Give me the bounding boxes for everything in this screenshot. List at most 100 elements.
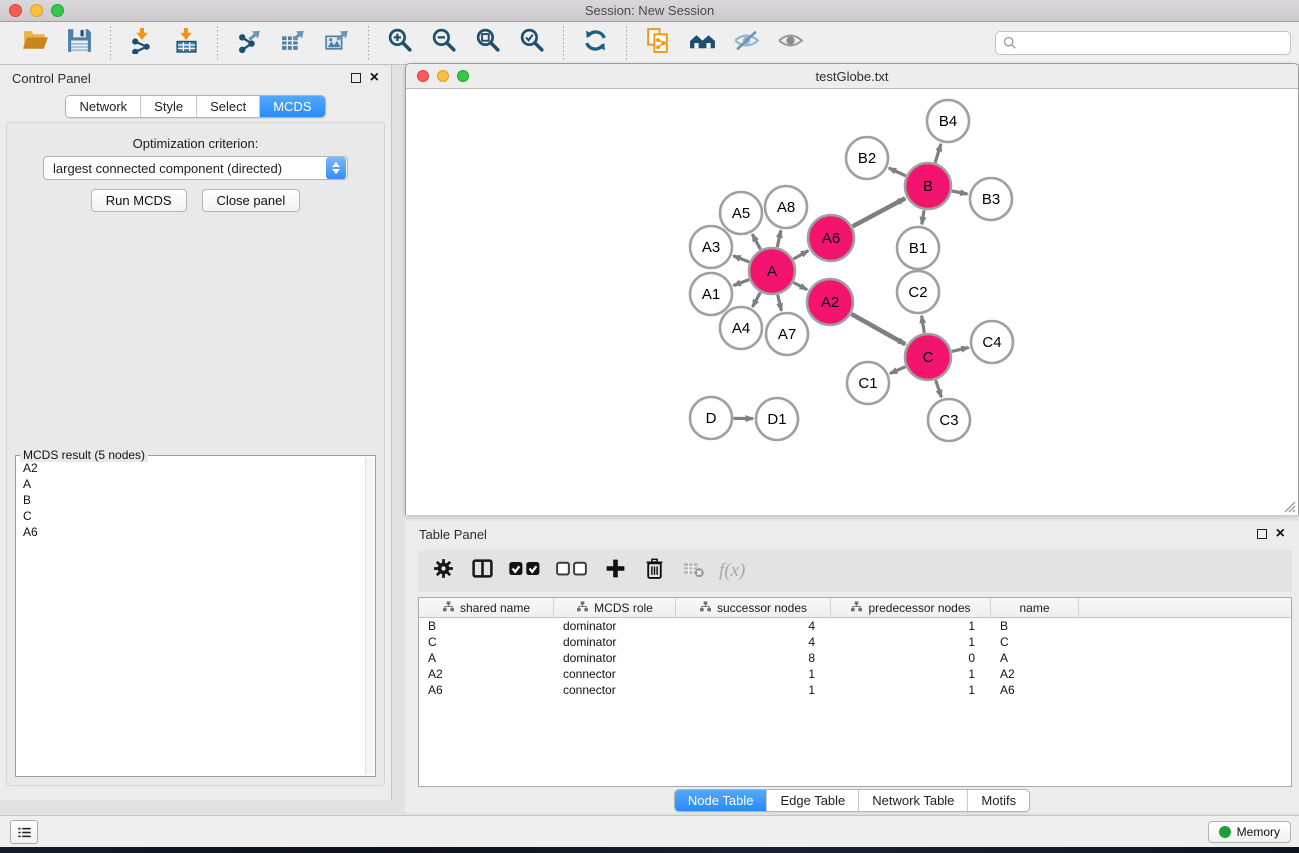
table-tab-node-table[interactable]: Node Table: [675, 790, 767, 811]
tab-network[interactable]: Network: [66, 96, 140, 117]
edge-B-B4[interactable]: [935, 144, 941, 163]
column-header-predecessor-nodes[interactable]: predecessor nodes: [831, 598, 991, 617]
show-all-button[interactable]: [771, 26, 809, 60]
result-item-c[interactable]: C: [18, 508, 364, 524]
edge-B-B2[interactable]: [889, 168, 906, 176]
node-A[interactable]: A: [749, 248, 795, 294]
table-cell[interactable]: A: [419, 651, 554, 665]
node-B3[interactable]: B3: [970, 178, 1012, 220]
table-cell[interactable]: 4: [676, 619, 831, 633]
edge-A6-B[interactable]: [853, 198, 906, 226]
table-cell[interactable]: 1: [831, 683, 991, 697]
network-minimize-icon[interactable]: [437, 70, 449, 82]
node-A5[interactable]: A5: [720, 192, 762, 234]
export-image-button[interactable]: [318, 26, 356, 60]
edge-A-A1[interactable]: [734, 280, 750, 286]
table-cell[interactable]: 1: [676, 667, 831, 681]
table-tab-edge-table[interactable]: Edge Table: [766, 790, 858, 811]
result-item-a6[interactable]: A6: [18, 524, 364, 540]
column-header-MCDS-role[interactable]: MCDS role: [554, 598, 676, 617]
column-header-name[interactable]: name: [991, 598, 1079, 617]
table-cell[interactable]: C: [419, 635, 554, 649]
task-history-button[interactable]: [10, 820, 38, 844]
table-cell[interactable]: dominator: [554, 635, 676, 649]
table-cell[interactable]: dominator: [554, 651, 676, 665]
node-D[interactable]: D: [690, 397, 732, 439]
hide-selected-button[interactable]: [727, 26, 765, 60]
import-table-button[interactable]: [167, 26, 205, 60]
refresh-button[interactable]: [576, 26, 614, 60]
node-C2[interactable]: C2: [897, 271, 939, 313]
result-item-b[interactable]: B: [18, 492, 364, 508]
edge-C-C2[interactable]: [922, 316, 925, 333]
result-item-a[interactable]: A: [18, 476, 364, 492]
node-A4[interactable]: A4: [720, 307, 762, 349]
save-button[interactable]: [60, 26, 98, 60]
edge-A-A2[interactable]: [794, 283, 808, 290]
add-column-button[interactable]: [600, 556, 630, 586]
table-cell[interactable]: A2: [419, 667, 554, 681]
node-A6[interactable]: A6: [808, 215, 854, 261]
node-B1[interactable]: B1: [897, 227, 939, 269]
table-tab-motifs[interactable]: Motifs: [967, 790, 1029, 811]
export-table-button[interactable]: [274, 26, 312, 60]
network-close-icon[interactable]: [417, 70, 429, 82]
node-D1[interactable]: D1: [756, 398, 798, 440]
zoom-fit-button[interactable]: [469, 26, 507, 60]
edge-B-B3[interactable]: [952, 191, 968, 194]
node-B2[interactable]: B2: [846, 137, 888, 179]
table-row-a6[interactable]: A6connector11A6: [419, 682, 1291, 698]
table-cell[interactable]: A6: [991, 683, 1079, 697]
tab-mcds[interactable]: MCDS: [259, 96, 324, 117]
table-close-panel-icon[interactable]: ×: [1276, 529, 1285, 539]
result-scrollbar[interactable]: [365, 457, 374, 775]
network-canvas[interactable]: B4B2BB3A8A5A6A3B1AC2A1A2A4A7C4CC1DD1C3: [406, 89, 1298, 515]
node-A3[interactable]: A3: [690, 226, 732, 268]
table-cell[interactable]: 1: [831, 635, 991, 649]
table-float-panel-icon[interactable]: [1257, 529, 1267, 539]
table-cell[interactable]: B: [419, 619, 554, 633]
zoom-in-button[interactable]: [381, 26, 419, 60]
node-C3[interactable]: C3: [928, 399, 970, 441]
table-cell[interactable]: C: [991, 635, 1079, 649]
split-panel-button[interactable]: [467, 556, 497, 586]
float-panel-icon[interactable]: [351, 73, 361, 83]
first-neighbors-button[interactable]: [683, 26, 721, 60]
table-cell[interactable]: 1: [831, 619, 991, 633]
edge-A-A4[interactable]: [753, 293, 761, 307]
close-window-icon[interactable]: [9, 4, 22, 17]
table-cell[interactable]: 4: [676, 635, 831, 649]
edge-A-A6[interactable]: [793, 251, 808, 259]
table-row-a2[interactable]: A2connector11A2: [419, 666, 1291, 682]
edge-C-C4[interactable]: [952, 348, 969, 352]
edge-A-A7[interactable]: [778, 295, 782, 311]
node-A8[interactable]: A8: [765, 186, 807, 228]
table-cell[interactable]: A: [991, 651, 1079, 665]
search-input[interactable]: [995, 31, 1291, 55]
node-B4[interactable]: B4: [927, 100, 969, 142]
table-row-b[interactable]: Bdominator41B: [419, 618, 1291, 634]
table-cell[interactable]: A6: [419, 683, 554, 697]
new-network-from-selection-button[interactable]: [639, 26, 677, 60]
zoom-out-button[interactable]: [425, 26, 463, 60]
column-header-successor-nodes[interactable]: successor nodes: [676, 598, 831, 617]
network-window-titlebar[interactable]: testGlobe.txt: [406, 64, 1298, 89]
node-B[interactable]: B: [905, 163, 951, 209]
edge-A-A3[interactable]: [733, 256, 749, 262]
run-mcds-button[interactable]: Run MCDS: [91, 189, 187, 212]
import-network-button[interactable]: [123, 26, 161, 60]
node-C[interactable]: C: [905, 334, 951, 380]
export-network-button[interactable]: [230, 26, 268, 60]
edge-A-A5[interactable]: [752, 234, 760, 249]
zoom-selected-button[interactable]: [513, 26, 551, 60]
node-A2[interactable]: A2: [807, 279, 853, 325]
node-A1[interactable]: A1: [690, 273, 732, 315]
table-cell[interactable]: 8: [676, 651, 831, 665]
unselect-all-button[interactable]: [553, 556, 591, 586]
tab-style[interactable]: Style: [140, 96, 196, 117]
open-folder-button[interactable]: [16, 26, 54, 60]
memory-button[interactable]: Memory: [1208, 821, 1291, 843]
result-item-a2[interactable]: A2: [18, 460, 364, 476]
select-all-button[interactable]: [506, 556, 544, 586]
table-row-c[interactable]: Cdominator41C: [419, 634, 1291, 650]
